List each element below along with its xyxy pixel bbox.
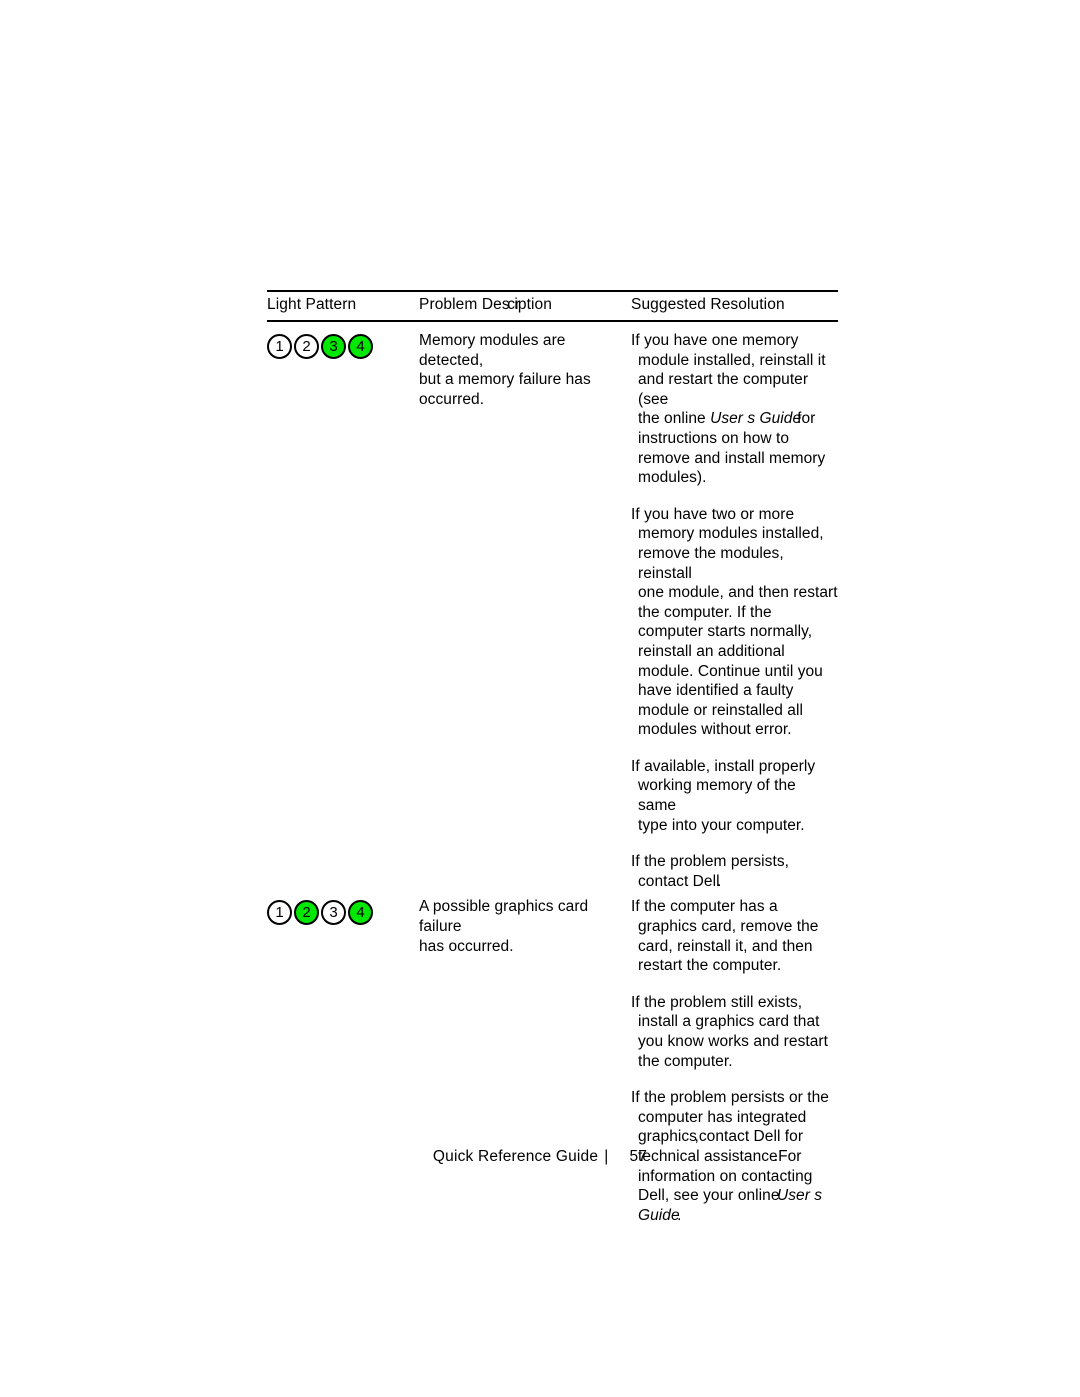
resolution-paragraph: If you have two or more memory modules i…: [631, 505, 838, 740]
diagnostic-light-table: Light Pattern Problem Description Sugges…: [267, 290, 838, 1225]
diagnostic-light-1: 1: [267, 334, 292, 359]
problem-paragraph: A possible graphics card failure has occ…: [419, 897, 631, 956]
resolution-line: working memory of the same: [638, 777, 796, 815]
resolution-line: the computer. If the: [638, 603, 772, 621]
resolution-line: If you have two or more: [631, 505, 795, 523]
resolution-line: graphics,contact Dell for: [631, 1127, 838, 1147]
diagnostic-light-3: 3: [321, 334, 346, 359]
resolution-line: install a graphics card that: [638, 1013, 820, 1031]
table-row: 1 2 3 4 Memory modules are detected, but…: [267, 322, 838, 891]
resolution-text: ,contact Dell for: [694, 1128, 804, 1146]
resolution-line: and restart the computer (see: [638, 371, 809, 408]
resolution-line: one module, and then restart: [638, 584, 838, 602]
diagnostic-light-2: 2: [294, 900, 319, 926]
resolution-line: card, reinstall it, and then: [638, 937, 813, 955]
light-label: 2: [302, 904, 311, 922]
suggested-resolution-cell: If the computer has a graphics card, rem…: [631, 897, 838, 1225]
resolution-line: Guide.: [631, 1206, 838, 1226]
column-header-suggested-resolution: Suggested Resolution: [631, 296, 785, 313]
resolution-line: If the problem still exists,: [631, 993, 803, 1011]
resolution-text: the online: [638, 410, 711, 428]
diagnostic-light-1: 1: [267, 900, 292, 926]
resolution-line: remove the modules, reinstall: [638, 544, 784, 582]
guide-title-italic: Guide: [638, 1206, 680, 1224]
light-label: 3: [329, 338, 338, 355]
resolution-text: .: [717, 872, 722, 890]
page-footer: Quick Reference Guide | 57: [0, 1148, 1080, 1166]
suggested-resolution-cell: If you have one memory module installed,…: [631, 331, 838, 891]
problem-line: but a memory failure has: [419, 371, 591, 389]
resolution-line: modules without error.: [638, 721, 792, 739]
document-page: Light Pattern Problem Description Sugges…: [0, 0, 1080, 1397]
resolution-line: the online User s Guidefor: [631, 409, 838, 429]
column-header-light-pattern: Light Pattern: [267, 296, 357, 313]
resolution-line: the computer.: [638, 1052, 733, 1070]
problem-line: Memory modules are detected,: [419, 332, 566, 369]
resolution-text: for: [797, 410, 816, 428]
problem-paragraph: Memory modules are detected, but a memor…: [419, 331, 631, 409]
resolution-paragraph: If the problem still exists, install a g…: [631, 993, 838, 1071]
light-label: 4: [356, 904, 365, 922]
resolution-line: remove and install memory: [638, 449, 826, 467]
header-problem-part-a: Problem Des: [419, 296, 510, 313]
resolution-line: module or reinstalled all: [638, 701, 803, 719]
header-problem-part-c: iption: [514, 296, 552, 313]
resolution-line: you know works and restart: [638, 1033, 828, 1050]
problem-line: A possible graphics card failure: [419, 898, 589, 936]
problem-line: occurred.: [419, 390, 485, 408]
resolution-line: contact Dell.: [631, 872, 838, 892]
diagnostic-light-4: 4: [348, 334, 373, 359]
light-label: 3: [329, 904, 338, 922]
footer-page-number: 57: [629, 1148, 648, 1165]
light-label: 4: [356, 338, 365, 355]
resolution-line: computer has integrated: [638, 1108, 807, 1126]
light-label: 1: [275, 338, 284, 355]
resolution-text: contact Dell: [638, 872, 720, 890]
resolution-text: Dell, see your online: [638, 1187, 780, 1205]
resolution-line: If the computer has a: [631, 898, 778, 916]
resolution-text: .: [677, 1206, 682, 1224]
light-label: 1: [275, 904, 284, 922]
resolution-line: instructions on how to: [638, 429, 790, 447]
footer-guide-label: Quick Reference Guide: [432, 1148, 599, 1165]
table-row: 1 2 3 4 A possible graphics card failure…: [267, 891, 838, 1225]
diagnostic-light-3: 3: [321, 900, 346, 926]
resolution-paragraph: If you have one memory module installed,…: [631, 331, 838, 488]
resolution-line: restart the computer.: [638, 957, 782, 975]
resolution-line: If you have one memory: [631, 332, 799, 349]
resolution-line: graphics card, remove the: [638, 918, 819, 936]
resolution-line: If the problem persists or the: [631, 1089, 829, 1107]
resolution-line: If the problem persists,: [631, 853, 789, 871]
light-label: 2: [302, 338, 311, 355]
light-pattern-cell: 1 2 3 4: [267, 331, 419, 359]
light-pattern-cell: 1 2 3 4: [267, 897, 419, 926]
problem-description-cell: Memory modules are detected, but a memor…: [419, 331, 631, 409]
problem-description-cell: A possible graphics card failure has occ…: [419, 897, 631, 956]
light-pattern-group-2: 1 2 3 4: [267, 897, 419, 926]
diagnostic-light-2: 2: [294, 334, 319, 359]
light-pattern-group-1: 1 2 3 4: [267, 331, 419, 359]
resolution-line: information on contacting: [638, 1167, 813, 1185]
column-header-problem-description: Problem Description: [419, 295, 631, 314]
guide-title-italic: User s Guide: [710, 410, 802, 428]
resolution-paragraph: If the problem persists, contact Dell.: [631, 852, 838, 891]
resolution-line: Dell, see your onlineUser s: [631, 1186, 838, 1206]
resolution-text: graphics: [638, 1128, 697, 1146]
footer-separator: |: [604, 1148, 609, 1165]
resolution-line: reinstall an additional: [638, 642, 785, 660]
resolution-line: modules).: [638, 469, 707, 487]
diagnostic-light-4: 4: [348, 900, 373, 926]
problem-line: has occurred.: [419, 937, 514, 955]
resolution-line: type into your computer.: [638, 816, 805, 834]
resolution-line: memory modules installed,: [638, 525, 824, 543]
resolution-line: If available, install properly: [631, 757, 816, 775]
resolution-line: module installed, reinstall it: [638, 351, 826, 369]
resolution-line: computer starts normally,: [638, 623, 813, 641]
resolution-paragraph: If available, install properly working m…: [631, 757, 838, 835]
guide-title-italic: User s: [777, 1187, 823, 1205]
resolution-line: have identified a faulty: [638, 682, 794, 700]
table-header-row: Light Pattern Problem Description Sugges…: [267, 292, 838, 320]
resolution-line: module. Continue until you: [638, 662, 823, 680]
resolution-paragraph: If the computer has a graphics card, rem…: [631, 897, 838, 975]
